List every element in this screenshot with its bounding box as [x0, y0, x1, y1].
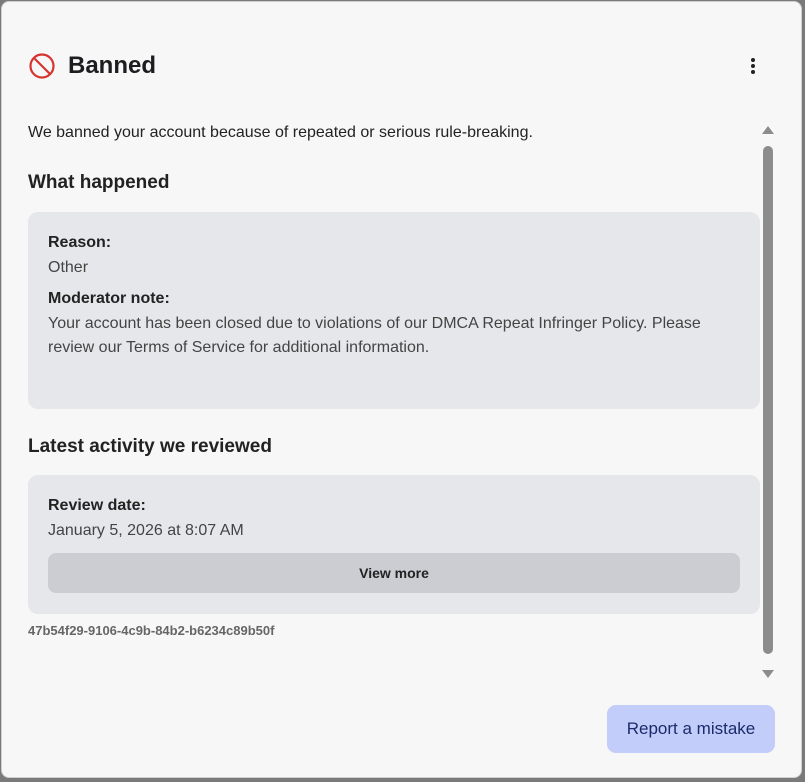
- reason-value: Other: [48, 259, 89, 276]
- ban-icon: [28, 52, 56, 80]
- dialog-title: Banned: [68, 52, 157, 79]
- what-happened-heading: What happened: [28, 172, 170, 193]
- intro-text: We banned your account because of repeat…: [28, 124, 533, 141]
- triangle-up-icon[interactable]: [761, 124, 775, 136]
- report-mistake-button[interactable]: Report a mistake: [607, 705, 775, 753]
- review-date-value: January 5, 2026 at 8:07 AM: [48, 522, 244, 539]
- latest-activity-heading: Latest activity we reviewed: [28, 436, 272, 457]
- dialog-header: Banned: [28, 50, 771, 82]
- reference-id: 47b54f29-9106-4c9b-84b2-b6234c89b50f: [28, 623, 275, 638]
- view-more-button[interactable]: View more: [48, 553, 740, 593]
- moderator-note-value: Your account has been closed due to viol…: [48, 315, 701, 356]
- scrollbar-thumb[interactable]: [763, 146, 773, 654]
- ban-dialog: Banned We banned your account because of…: [1, 1, 802, 778]
- review-date-label: Review date:: [48, 497, 146, 514]
- dialog-scroll-content[interactable]: We banned your account because of repeat…: [28, 122, 760, 662]
- scrollbar[interactable]: [760, 124, 776, 684]
- reason-label: Reason:: [48, 234, 112, 251]
- latest-activity-card: Review date: January 5, 2026 at 8:07 AM …: [28, 475, 760, 614]
- moderator-note-label: Moderator note:: [48, 290, 170, 307]
- what-happened-card: Reason: Other Moderator note: Your accou…: [28, 212, 760, 409]
- more-vertical-icon[interactable]: [741, 54, 765, 78]
- triangle-down-icon[interactable]: [761, 668, 775, 680]
